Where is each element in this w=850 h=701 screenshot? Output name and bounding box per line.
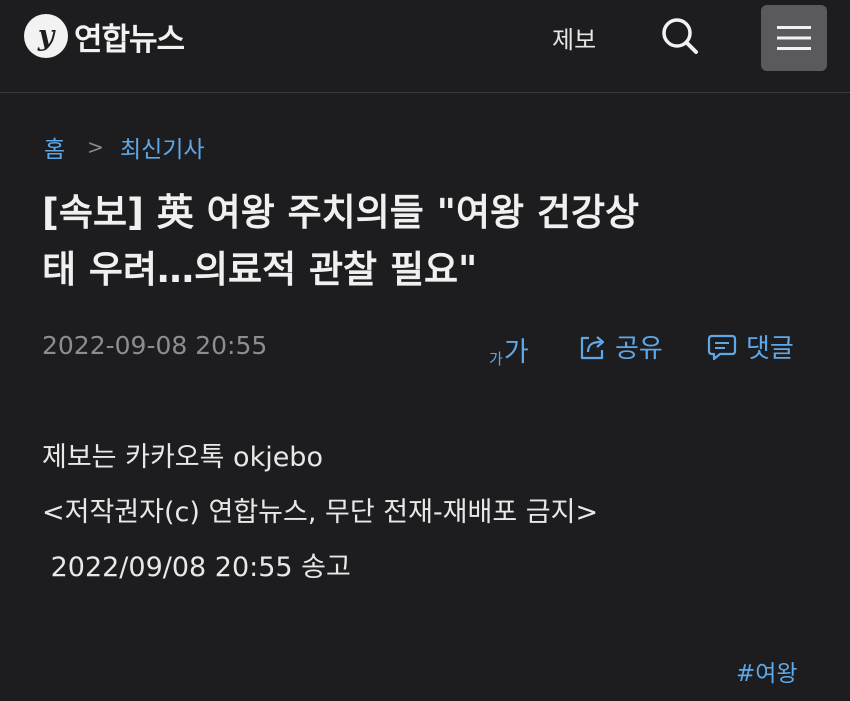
breadcrumb-section[interactable]: 최신기사: [120, 130, 205, 164]
search-button[interactable]: [656, 12, 704, 60]
comment-button[interactable]: 댓글: [706, 328, 794, 365]
search-icon: [662, 18, 698, 54]
breadcrumb-separator-icon: >: [87, 135, 104, 159]
page: y 연합뉴스 제보 홈 > 최신기사 [속보] 英 여왕 주치의들 "여왕 건강…: [0, 0, 850, 701]
headline-line: 태 우려…의료적 관찰 필요": [42, 248, 478, 291]
font-size-button[interactable]: 가 가: [489, 330, 529, 369]
body-line: <저작권자(c) 연합뉴스, 무단 전재-재배포 금지>: [42, 497, 599, 528]
comment-label: 댓글: [746, 334, 794, 364]
hamburger-menu-icon: [777, 26, 811, 50]
yonhap-logo[interactable]: y 연합뉴스: [24, 12, 185, 60]
menu-button[interactable]: [761, 5, 827, 71]
font-size-small-glyph: 가: [489, 350, 503, 368]
headline-line: [속보] 英 여왕 주치의들 "여왕 건강상: [42, 191, 640, 234]
logo-text: 연합뉴스: [74, 21, 185, 58]
breadcrumb-home[interactable]: 홈: [44, 130, 65, 164]
comment-icon: [707, 334, 737, 360]
article-headline: [속보] 英 여왕 주치의들 "여왕 건강상 태 우려…의료적 관찰 필요": [42, 184, 822, 298]
font-size-big-glyph: 가: [503, 337, 529, 368]
article-date: 2022-09-08 20:55: [42, 331, 268, 360]
article-body: 제보는 카카오톡 okjebo <저작권자(c) 연합뉴스, 무단 전재-재배포…: [42, 430, 598, 595]
breadcrumb: 홈 > 최신기사: [44, 130, 205, 164]
logo-mark-icon: y: [24, 14, 68, 58]
hashtag-link[interactable]: #여왕: [736, 654, 798, 688]
svg-text:y: y: [37, 19, 56, 52]
share-label: 공유: [615, 334, 663, 364]
body-line: 제보는 카카오톡 okjebo: [42, 442, 323, 473]
share-icon: [580, 335, 605, 359]
top-header: y 연합뉴스 제보: [0, 0, 850, 93]
tip-link[interactable]: 제보: [552, 20, 596, 55]
body-line: 2022/09/08 20:55 송고: [42, 552, 351, 583]
share-button[interactable]: 공유: [577, 328, 663, 365]
